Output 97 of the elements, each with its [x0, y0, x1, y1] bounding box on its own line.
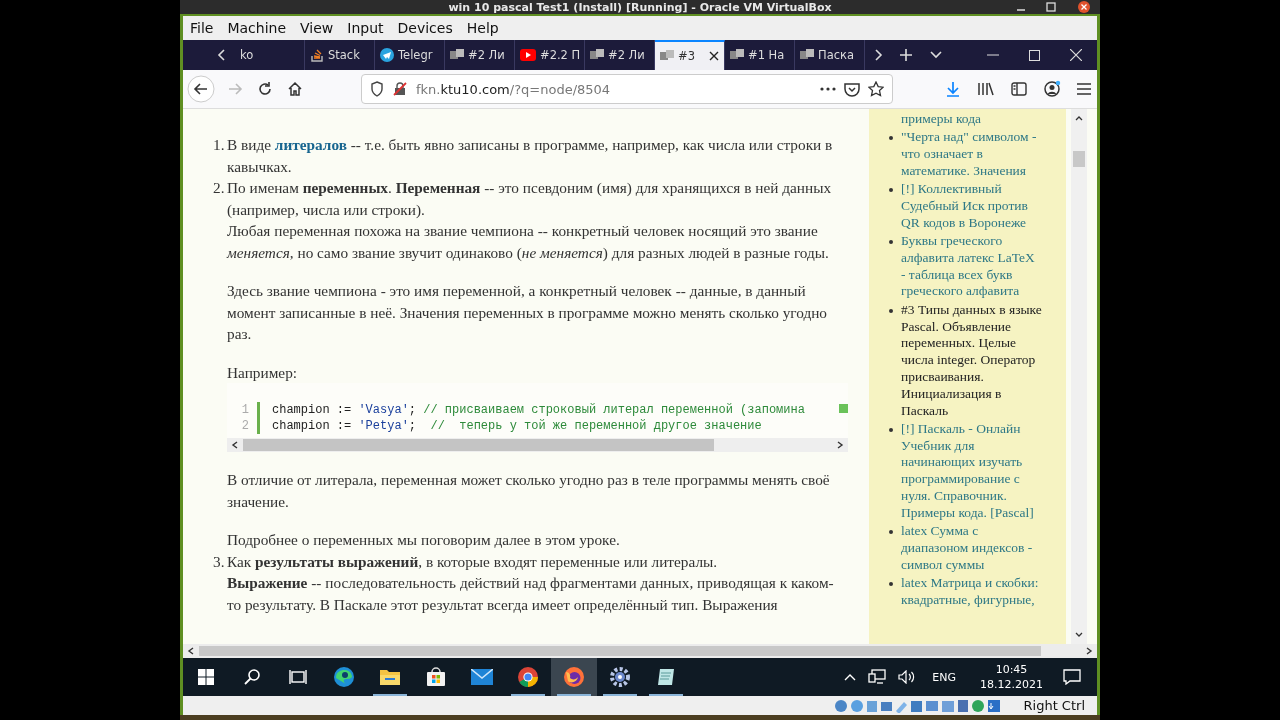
reload-icon[interactable]: [257, 81, 273, 97]
paragraph: Любая переменная похожа на звание чемпиона -- конкретный человек носящий это звание меняется, но само звание звучит одинаково (не меняется) для разных людей в разные годы.: [227, 221, 830, 263]
paragraph: В отличие от литерала, переменная может сколько угодно раз в теле программы менять своё значение.: [227, 470, 831, 512]
menu-item[interactable]: View: [300, 20, 334, 36]
gear-icon: [609, 666, 631, 688]
play-icon: [520, 49, 536, 61]
paragraph: Подробнее о переменных мы поговорим далее в этом уроке.: [227, 530, 621, 550]
notepad-icon: [656, 667, 676, 687]
page-icon: [660, 50, 674, 62]
page-icon: [800, 49, 814, 61]
maximize-icon[interactable]: [1029, 49, 1040, 61]
bullet-icon: [889, 427, 893, 432]
line-number: 2: [227, 418, 260, 434]
wave-icon: [333, 666, 355, 688]
plus-icon[interactable]: [899, 48, 913, 62]
paragraph: Как результаты выражений, в которые входят переменные или литералы.: [227, 551, 719, 572]
chevron-right-icon[interactable]: [873, 48, 883, 62]
sidebar-link[interactable]: [!] Коллективный Судебный Иск против QR кодов в Воронеже: [901, 181, 1042, 232]
scroll-up-icon[interactable]: [1075, 115, 1083, 121]
account-icon[interactable]: [1043, 80, 1061, 98]
code-line: champion := 'Petya'; // теперь у той же переменной другое значение: [272, 418, 762, 434]
pocket-icon[interactable]: [844, 81, 860, 97]
download-icon[interactable]: [945, 81, 961, 97]
scroll-right-icon[interactable]: [836, 441, 844, 449]
close-icon[interactable]: [1076, 1, 1092, 13]
menu-item[interactable]: Machine: [227, 20, 287, 36]
paragraph: В виде литералов -- т.е. быть явно записаны в программе, например, как числа или строки в кавычках.: [227, 135, 834, 177]
list-number: 3.: [213, 551, 226, 572]
close-icon[interactable]: [709, 51, 719, 61]
scroll-left-icon[interactable]: [231, 441, 239, 449]
chevron-left-icon[interactable]: [217, 48, 227, 62]
crossed-lock-icon: [392, 81, 408, 97]
chevron-down-icon[interactable]: [929, 50, 943, 60]
star-icon[interactable]: [868, 81, 884, 97]
paragraph: Например:: [227, 362, 299, 383]
chrome-icon: [517, 666, 539, 688]
maximize-icon[interactable]: [1046, 2, 1056, 12]
page-icon: [450, 49, 464, 61]
bullet-icon: [889, 582, 893, 586]
host-key-label: Right Ctrl: [1023, 698, 1085, 713]
bullet-icon: [889, 136, 893, 141]
paragraph: По именам переменных. Переменная -- это псевдоним (имя) для хранящихся в ней данных (например, числа или строки).: [227, 178, 833, 220]
page-icon: [590, 49, 604, 61]
volume-icon[interactable]: [898, 670, 917, 684]
horizontal-scrollbar[interactable]: [183, 644, 1097, 658]
sidebar-icon[interactable]: [1011, 82, 1027, 96]
code-line: champion := 'Vasya'; // присваиваем строковый литерал переменной (запомина: [272, 402, 805, 418]
current-page-item: #3 Типы данных в языке Pascal. Объявление переменных. Целые числа integer. Оператор присваивания. Инициализация в Паскаль: [901, 301, 1042, 420]
bullet-icon: [889, 188, 893, 193]
bullet-icon: [889, 530, 893, 535]
clock[interactable]: 10:45 18.12.2021: [980, 662, 1043, 692]
list-number: 2.: [213, 178, 226, 198]
more-icon[interactable]: [820, 87, 836, 91]
folder-icon: [379, 668, 401, 686]
address-bar[interactable]: fkn.ktu10.com/?q=node/8504: [361, 74, 893, 104]
sidebar-link[interactable]: "Черта над" символом - что означает в математике. Значения: [901, 129, 1042, 180]
notification-icon[interactable]: [1063, 669, 1081, 685]
paragraph: Здесь звание чемпиона - это имя переменной, а конкретный человек -- данные, в данный момент записанные в неё. Значения переменных в программе можно менять сколько угодно раз.: [227, 281, 828, 344]
link[interactable]: литералов: [274, 136, 347, 153]
library-icon[interactable]: [977, 81, 995, 97]
language-indicator[interactable]: ENG: [932, 670, 956, 684]
search-icon: [243, 668, 261, 686]
sidebar-link[interactable]: latex Матрица и скобки: квадратные, фигурные,: [901, 575, 1042, 609]
menu-item[interactable]: Devices: [397, 20, 453, 36]
fox-globe-icon: [563, 666, 585, 688]
window-title: win 10 pascal Test1 (Install) [Running] - Oracle VM VirtualBox: [448, 0, 832, 14]
paper-plane-icon: [380, 48, 394, 62]
list-number: 1.: [213, 135, 226, 155]
envelope-icon: [471, 669, 493, 685]
bullet-icon: [889, 240, 893, 245]
sidebar-link[interactable]: Буквы греческого алфавита латекс LaTeX - таблица всех букв греческого алфавита: [901, 233, 1042, 301]
shield-icon: [370, 81, 384, 97]
line-number: 1: [227, 402, 260, 418]
back-icon[interactable]: [187, 75, 215, 103]
scroll-down-icon[interactable]: [1075, 632, 1083, 638]
scroll-right-icon[interactable]: [1085, 647, 1093, 655]
bullet-icon: [889, 308, 893, 313]
task-view-icon: [289, 669, 307, 685]
menu-item[interactable]: File: [190, 20, 214, 36]
vertical-scrollbar[interactable]: [1071, 109, 1087, 644]
page-icon: [730, 49, 744, 61]
windows-icon: [198, 669, 214, 685]
menu-item[interactable]: Input: [347, 20, 384, 36]
chevron-up-icon[interactable]: [844, 673, 857, 681]
stack-icon: [310, 48, 324, 62]
menu-icon[interactable]: [1077, 83, 1091, 95]
horizontal-scrollbar[interactable]: [227, 438, 848, 452]
paragraph: Выражение -- последовательность действий над фрагментами данных, приводящая к каком-то результату. В Паскале этот результат всегда имеет определённый тип. Выражения: [227, 573, 835, 615]
home-icon[interactable]: [287, 81, 303, 97]
browser-tab[interactable]: #3: [655, 40, 725, 70]
shopping-bag-icon: [426, 667, 446, 687]
scroll-thumb[interactable]: [1073, 151, 1085, 167]
scroll-left-icon[interactable]: [187, 647, 195, 655]
url-text: fkn.ktu10.com/?q=node/8504: [416, 81, 611, 97]
menu-item[interactable]: Help: [466, 20, 499, 36]
network-icon[interactable]: [868, 669, 887, 685]
sidebar-link[interactable]: примеры кода: [901, 111, 982, 128]
